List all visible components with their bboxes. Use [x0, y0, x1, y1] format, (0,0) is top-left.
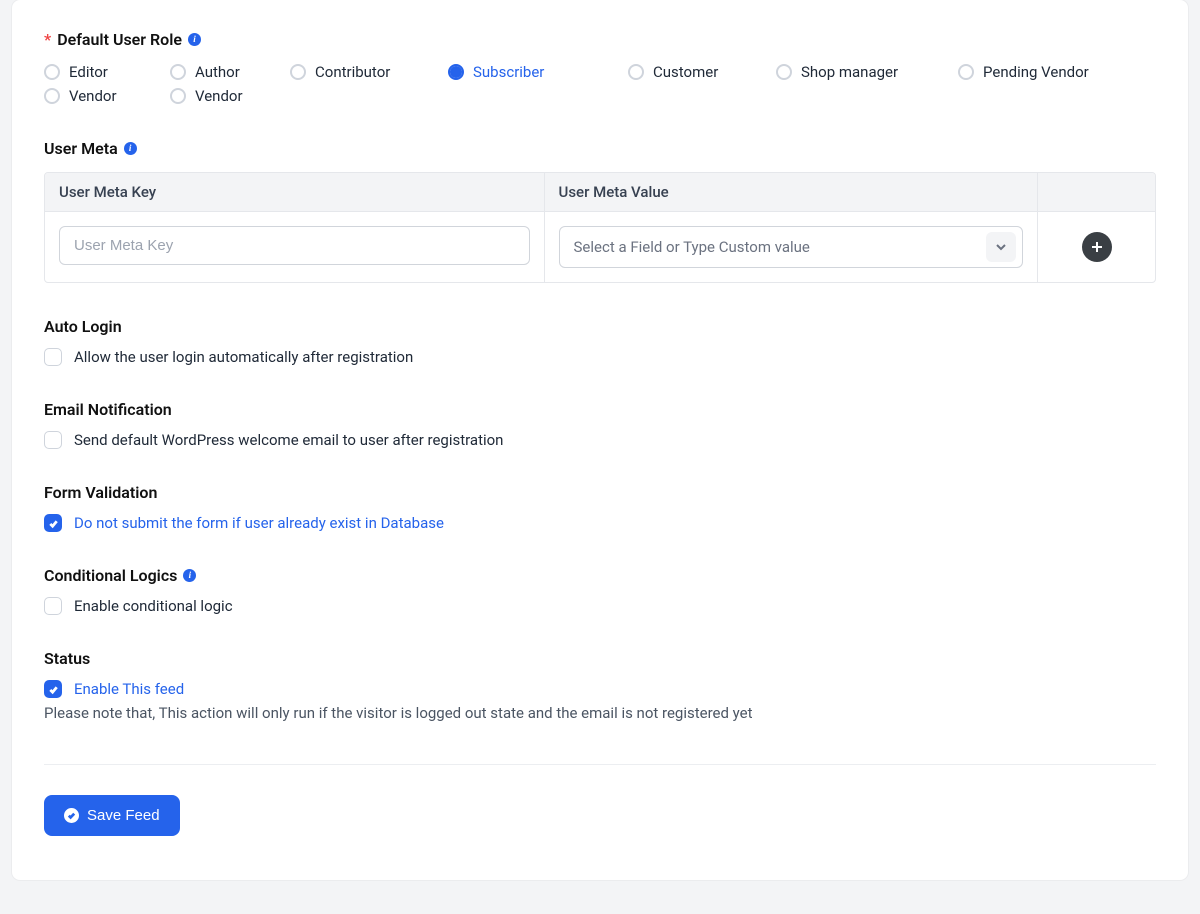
radio-icon — [44, 64, 60, 80]
user-meta-key-input[interactable] — [59, 226, 530, 265]
role-radio-customer[interactable]: Customer — [628, 63, 776, 81]
check-circle-icon — [64, 808, 79, 823]
radio-label: Contributor — [315, 63, 390, 81]
radio-icon — [290, 64, 306, 80]
radio-label: Subscriber — [473, 63, 544, 81]
radio-icon — [448, 64, 464, 80]
role-radio-editor[interactable]: Editor — [44, 63, 170, 81]
info-icon[interactable]: i — [124, 142, 137, 155]
user-meta-value-header: User Meta Value — [545, 173, 1039, 211]
default-user-role-heading: * Default User Role i — [44, 30, 1156, 49]
radio-icon — [170, 88, 186, 104]
role-radio-vendor[interactable]: Vendor — [44, 87, 170, 105]
radio-label: Author — [195, 63, 240, 81]
conditional-logics-heading: Conditional Logics i — [44, 566, 1156, 585]
role-radio-shop_manager[interactable]: Shop manager — [776, 63, 958, 81]
conditional-logic-checkbox[interactable]: Enable conditional logic — [44, 597, 1156, 615]
radio-icon — [170, 64, 186, 80]
radio-label: Vendor — [195, 87, 243, 105]
chevron-down-icon[interactable] — [986, 232, 1016, 262]
info-icon[interactable]: i — [183, 569, 196, 582]
save-feed-button[interactable]: Save Feed — [44, 795, 180, 836]
user-meta-value-select[interactable]: Select a Field or Type Custom value — [559, 226, 1024, 268]
form-validation-checkbox[interactable]: Do not submit the form if user already e… — [44, 514, 1156, 532]
role-radio-contributor[interactable]: Contributor — [290, 63, 448, 81]
user-meta-key-header: User Meta Key — [45, 173, 545, 211]
user-meta-heading: User Meta i — [44, 139, 1156, 158]
status-heading: Status — [44, 649, 1156, 668]
form-validation-heading: Form Validation — [44, 483, 1156, 502]
role-radio-subscriber[interactable]: Subscriber — [448, 63, 628, 81]
radio-icon — [958, 64, 974, 80]
auto-login-heading: Auto Login — [44, 317, 1156, 336]
add-user-meta-button[interactable] — [1082, 232, 1112, 262]
auto-login-checkbox[interactable]: Allow the user login automatically after… — [44, 348, 1156, 366]
radio-icon — [628, 64, 644, 80]
radio-icon — [44, 88, 60, 104]
radio-icon — [776, 64, 792, 80]
status-note: Please note that, This action will only … — [44, 704, 1156, 722]
divider — [44, 764, 1156, 765]
role-radio-vendor2[interactable]: Vendor — [170, 87, 290, 105]
info-icon[interactable]: i — [188, 33, 201, 46]
email-notification-heading: Email Notification — [44, 400, 1156, 419]
status-enable-checkbox[interactable]: Enable This feed — [44, 680, 1156, 698]
user-meta-table: User Meta Key User Meta Value Select a F… — [44, 172, 1156, 283]
role-radio-author[interactable]: Author — [170, 63, 290, 81]
role-radio-pending_vendor[interactable]: Pending Vendor — [958, 63, 1118, 81]
radio-label: Customer — [653, 63, 718, 81]
radio-label: Vendor — [69, 87, 117, 105]
radio-label: Pending Vendor — [983, 63, 1089, 81]
email-notification-checkbox[interactable]: Send default WordPress welcome email to … — [44, 431, 1156, 449]
radio-label: Shop manager — [801, 63, 898, 81]
required-star: * — [44, 30, 51, 49]
radio-label: Editor — [69, 63, 108, 81]
